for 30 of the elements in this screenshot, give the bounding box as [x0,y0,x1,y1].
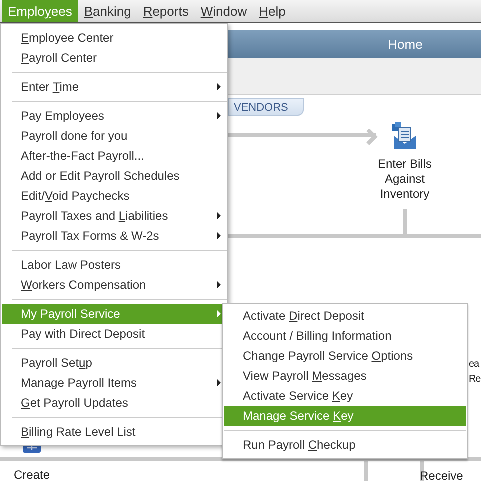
menu-bar-item[interactable]: Help [253,0,292,22]
menu-item[interactable]: Workers Compensation [2,275,227,295]
menu-item[interactable]: Enter Time [2,77,227,97]
menu-item[interactable]: Activate Service Key [224,386,466,406]
menu-item[interactable]: Payroll Center [2,48,227,68]
menu-item[interactable]: Payroll done for you [2,126,227,146]
menu-item[interactable]: View Payroll Messages [224,366,466,386]
workflow-label[interactable]: Receive [420,469,464,481]
menu-item[interactable]: Account / Billing Information [224,326,466,346]
menu-item[interactable]: Activate Direct Deposit [224,306,466,326]
menu-item[interactable]: Change Payroll Service Options [224,346,466,366]
menu-bar-item[interactable]: Banking [78,0,138,22]
menu-item[interactable]: Labor Law Posters [2,255,227,275]
menu-item[interactable]: Add or Edit Payroll Schedules [2,166,227,186]
menu-item[interactable]: Edit/Void Paychecks [2,186,227,206]
menu-bar-item[interactable]: Window [194,0,254,22]
workflow-label[interactable]: Enter Bills Against Inventory [365,157,445,202]
workflow-label[interactable]: Create [14,468,50,481]
workflow-label: Re [469,373,481,387]
window-title: Home [388,36,423,52]
menu-item[interactable]: Pay Employees [2,106,227,126]
menu-item[interactable]: Run Payroll Checkup [224,435,466,455]
workflow-label: ea [469,358,480,372]
menu-item[interactable]: Payroll Taxes and Liabilities [2,206,227,226]
menu-item[interactable]: Payroll Tax Forms & W-2s [2,226,227,246]
menu-item[interactable]: Employee Center [2,28,227,48]
vendors-tab[interactable]: VENDORS [228,98,304,116]
menu-bar-item[interactable]: Reports [137,0,195,22]
envelope-document-icon [391,122,419,150]
menu-item[interactable]: After-the-Fact Payroll... [2,146,227,166]
